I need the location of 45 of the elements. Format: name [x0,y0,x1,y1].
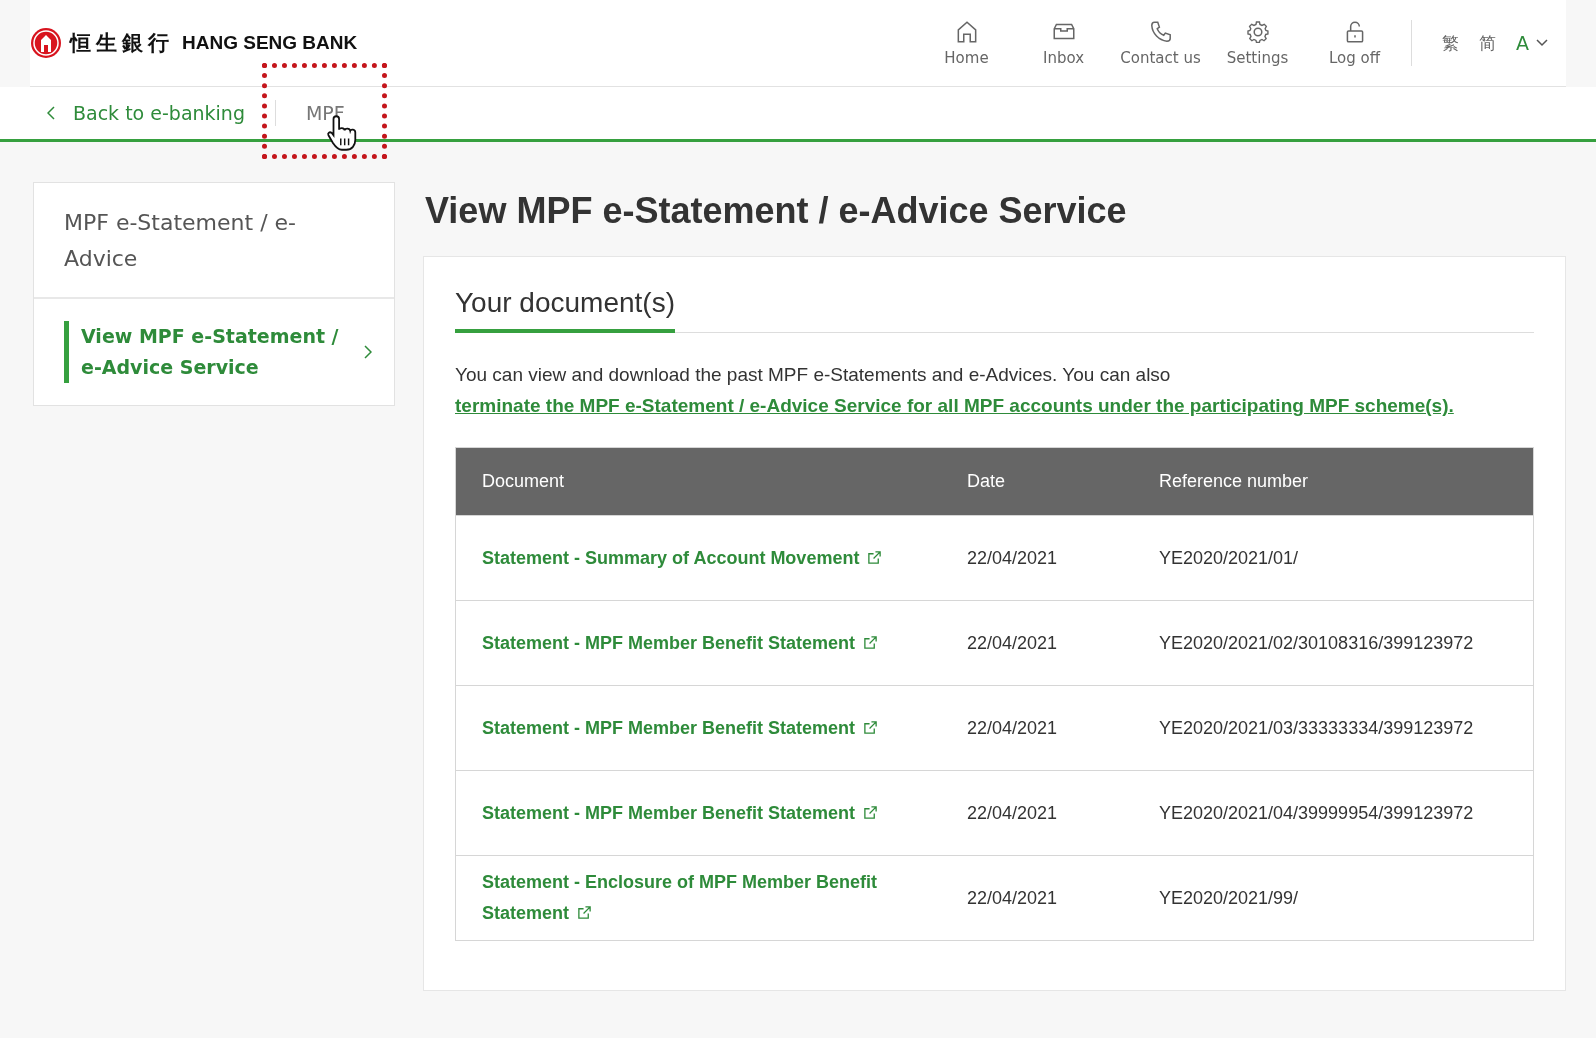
document-link[interactable]: Statement - MPF Member Benefit Statement [482,712,902,744]
chevron-right-icon [364,345,372,359]
date-cell: 22/04/2021 [957,770,1119,856]
chevron-left-icon [47,106,55,120]
document-link[interactable]: Statement - Summary of Account Movement [482,542,902,574]
bank-name: HANG SENG BANK [182,32,358,54]
reference-cell: YE2020/2021/02/30108316/399123972 [1118,600,1534,686]
document-link[interactable]: Statement - MPF Member Benefit Statement [482,797,902,829]
font-size-button[interactable]: A [1516,32,1548,54]
nav-item[interactable]: Settings [1209,19,1306,67]
sidebar-item[interactable]: View MPF e-Statement / e-Advice Service [64,321,372,383]
reference-cell: YE2020/2021/99/ [1118,855,1534,941]
breadcrumb-link[interactable]: MPF [305,102,345,124]
external-link-icon [863,719,879,735]
document-link[interactable]: Statement - MPF Member Benefit Statement [482,627,902,659]
nav-item[interactable]: Home [918,19,1015,67]
document-link[interactable]: Statement - Enclosure of MPF Member Benefit Statement [482,867,902,929]
external-link-icon [863,634,879,650]
settings-icon [1244,19,1271,45]
date-cell: 22/04/2021 [957,515,1119,601]
column-header: Document [455,447,958,516]
nav-item[interactable]: Inbox [1015,19,1112,67]
nav-item[interactable]: Contact us [1112,19,1209,67]
external-link-icon [867,549,883,565]
reference-cell: YE2020/2021/04/39999954/399123972 [1118,770,1534,856]
caret-icon [1536,39,1548,47]
language-link[interactable]: 简 [1479,31,1496,55]
reference-cell: YE2020/2021/01/ [1118,515,1534,601]
date-cell: 22/04/2021 [957,855,1119,941]
column-header: Reference number [1118,447,1534,516]
back-link[interactable]: Back to e-banking [30,102,245,124]
intro-text: You can view and download the past MPF e-Statements and e-Advices. You can also [455,364,1171,385]
date-cell: 22/04/2021 [957,600,1119,686]
external-link-icon [577,905,593,920]
date-cell: 22/04/2021 [957,685,1119,771]
log-off-button[interactable]: Log off [1306,19,1403,67]
column-header: Date [957,447,1119,516]
page-title: View MPF e-Statement / e-Advice Service [425,190,1128,232]
language-link[interactable]: 繁 [1442,31,1459,55]
terminate-service-link[interactable]: terminate the MPF e-Statement / e-Advice Service for all MPF accounts under the participating MPF scheme(s). [455,390,1534,421]
tab[interactable]: Your document(s) [455,287,675,333]
sidebar-heading: MPF e-Statement / e-Advice [34,183,394,299]
external-link-icon [863,804,879,820]
reference-cell: YE2020/2021/03/33333334/399123972 [1118,685,1534,771]
bank-name-chinese: 恒生銀行 [70,29,174,57]
